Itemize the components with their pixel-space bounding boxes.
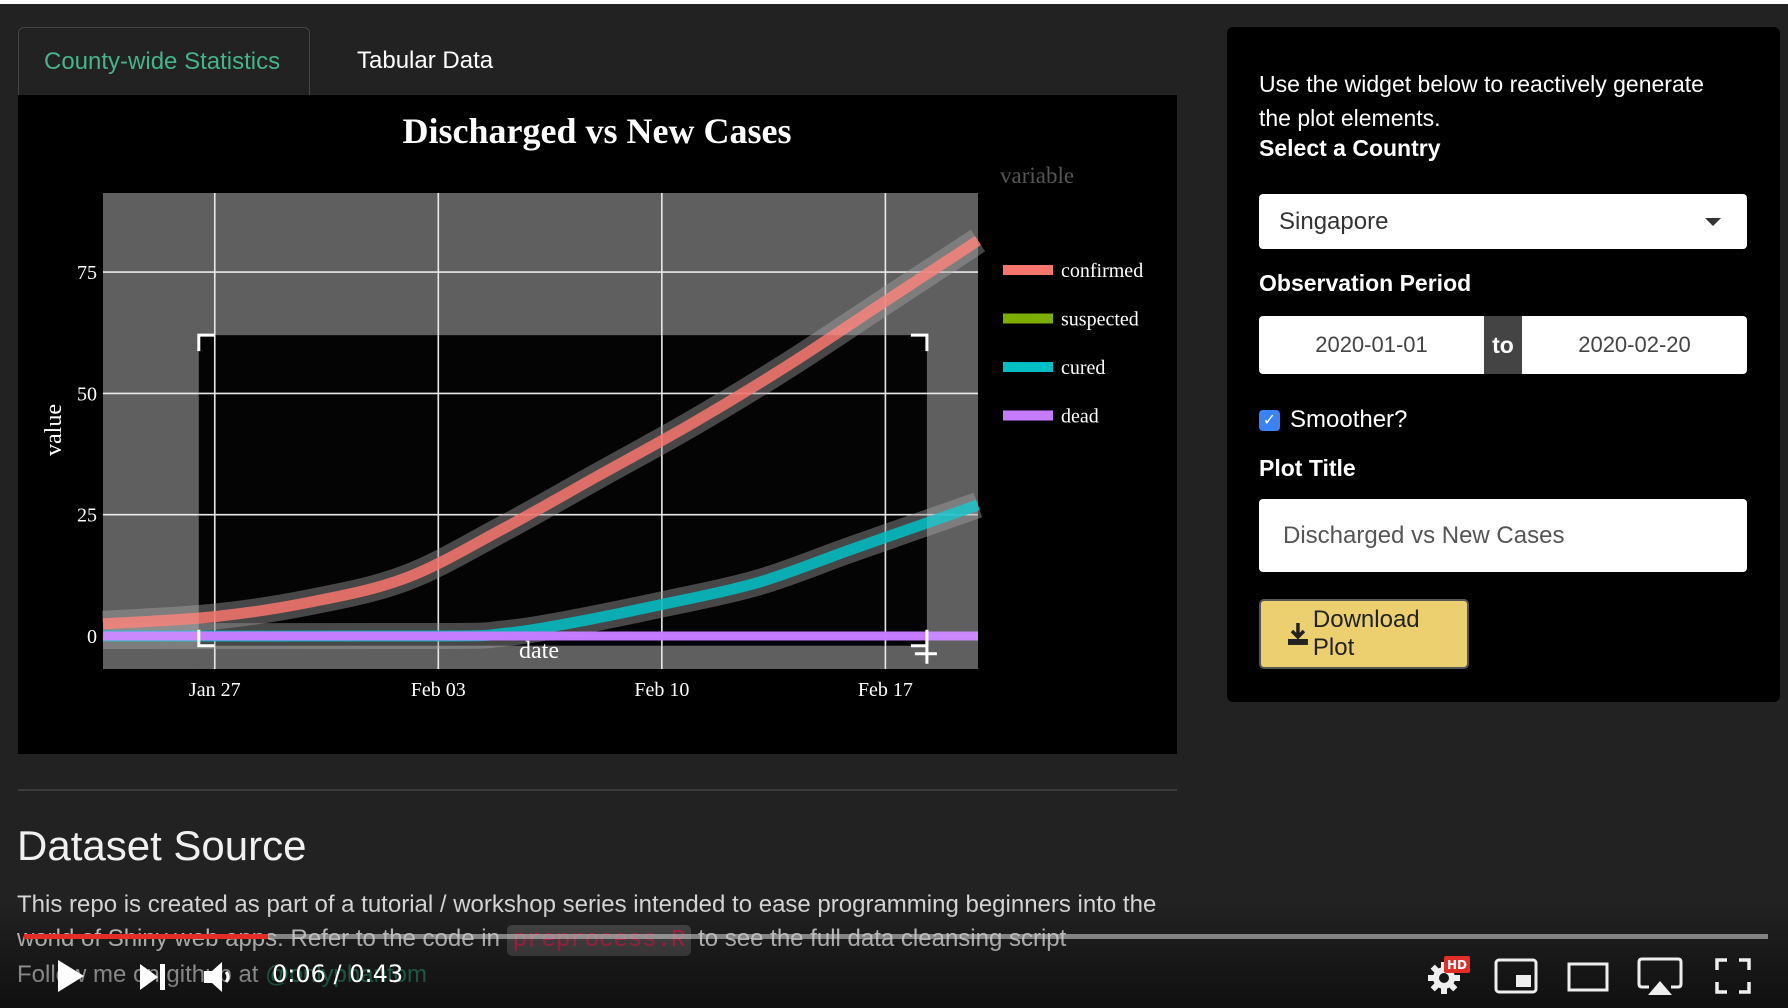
legend-label-cured[interactable]: cured xyxy=(1061,357,1105,379)
plot-title-label: Plot Title xyxy=(1259,455,1356,481)
tab-bar: County-wide Statistics Tabular Data xyxy=(18,27,1177,95)
plot-output[interactable]: 0 25 50 75 Jan 27 Feb 03 Feb 10 Feb 17 confirme… xyxy=(18,95,1177,754)
x-tick-label: Feb 03 xyxy=(411,679,466,701)
country-select[interactable]: Singapore xyxy=(1259,194,1747,249)
legend-label-confirmed[interactable]: confirmed xyxy=(1061,260,1143,282)
airplay-icon[interactable] xyxy=(1637,957,1683,997)
chart-title: Discharged vs New Cases xyxy=(403,111,792,151)
legend-swatch-confirmed[interactable] xyxy=(1003,265,1053,275)
play-icon[interactable] xyxy=(56,958,86,994)
legend-title: variable xyxy=(1000,163,1074,188)
chart-svg[interactable]: 0 25 50 75 Jan 27 Feb 03 Feb 10 Feb 17 confirme… xyxy=(18,95,1177,754)
fullscreen-icon[interactable] xyxy=(1715,958,1751,994)
video-progress-bar[interactable] xyxy=(24,934,1768,939)
x-tick-label: Feb 17 xyxy=(858,679,913,701)
y-tick-label: 75 xyxy=(77,262,97,284)
hd-badge-text: HD xyxy=(1447,958,1467,972)
next-icon[interactable] xyxy=(138,962,168,992)
download-icon xyxy=(1287,623,1308,645)
smoother-label: Smoother? xyxy=(1290,406,1408,433)
panel-intro-text: Use the widget below to reactively gener… xyxy=(1259,71,1704,131)
unselected-shade-right xyxy=(926,193,978,669)
date-end-input[interactable]: 2020-02-20 xyxy=(1522,316,1747,374)
unselected-shade-top xyxy=(198,193,927,336)
y-tick-label: 50 xyxy=(77,383,97,405)
x-axis-label: date xyxy=(519,638,559,664)
miniplayer-icon[interactable] xyxy=(1494,958,1538,994)
control-panel: Use the widget below to reactively gener… xyxy=(1227,27,1780,702)
theater-mode-icon[interactable] xyxy=(1567,962,1611,992)
y-axis-label: value xyxy=(41,404,67,456)
section-divider xyxy=(18,789,1177,791)
date-range-input: 2020-01-01 to 2020-02-20 xyxy=(1259,316,1747,374)
legend-swatch-cured[interactable] xyxy=(1003,362,1053,372)
settings-gear-icon[interactable]: HD xyxy=(1426,956,1474,996)
country-select-value: Singapore xyxy=(1279,208,1389,235)
smoother-checkbox[interactable]: ✓ xyxy=(1259,409,1280,431)
legend-swatch-suspected[interactable] xyxy=(1003,313,1053,324)
period-label: Observation Period xyxy=(1259,270,1472,296)
legend-label-suspected[interactable]: suspected xyxy=(1061,309,1139,331)
top-edge xyxy=(0,0,1788,4)
video-progress-played xyxy=(24,934,269,939)
video-time-display: 0:06 / 0:43 xyxy=(272,960,404,988)
date-range-separator: to xyxy=(1484,316,1522,374)
smoother-checkbox-row[interactable]: ✓ Smoother? xyxy=(1259,405,1407,435)
download-plot-label: Download Plot xyxy=(1312,606,1420,661)
country-label: Select a Country xyxy=(1259,135,1441,161)
date-start-input[interactable]: 2020-01-01 xyxy=(1259,316,1484,374)
plot-title-input[interactable]: Discharged vs New Cases xyxy=(1259,499,1747,572)
unselected-shade-left xyxy=(103,193,199,669)
legend-label-dead[interactable]: dead xyxy=(1061,406,1099,428)
y-tick-label: 25 xyxy=(77,505,97,527)
legend-swatch-dead[interactable] xyxy=(1003,410,1053,421)
caret-down-icon xyxy=(1705,218,1721,226)
download-plot-button[interactable]: Download Plot xyxy=(1259,599,1469,669)
x-tick-label: Feb 10 xyxy=(634,679,689,701)
unselected-shade-bottom xyxy=(198,645,927,669)
volume-icon[interactable] xyxy=(202,960,234,994)
y-tick-label: 0 xyxy=(87,626,97,648)
dataset-source-heading: Dataset Source xyxy=(17,822,307,869)
tab-tabular-data[interactable]: Tabular Data xyxy=(332,27,518,95)
x-tick-label: Jan 27 xyxy=(189,679,241,701)
tab-county-wide-statistics[interactable]: County-wide Statistics xyxy=(18,27,310,95)
